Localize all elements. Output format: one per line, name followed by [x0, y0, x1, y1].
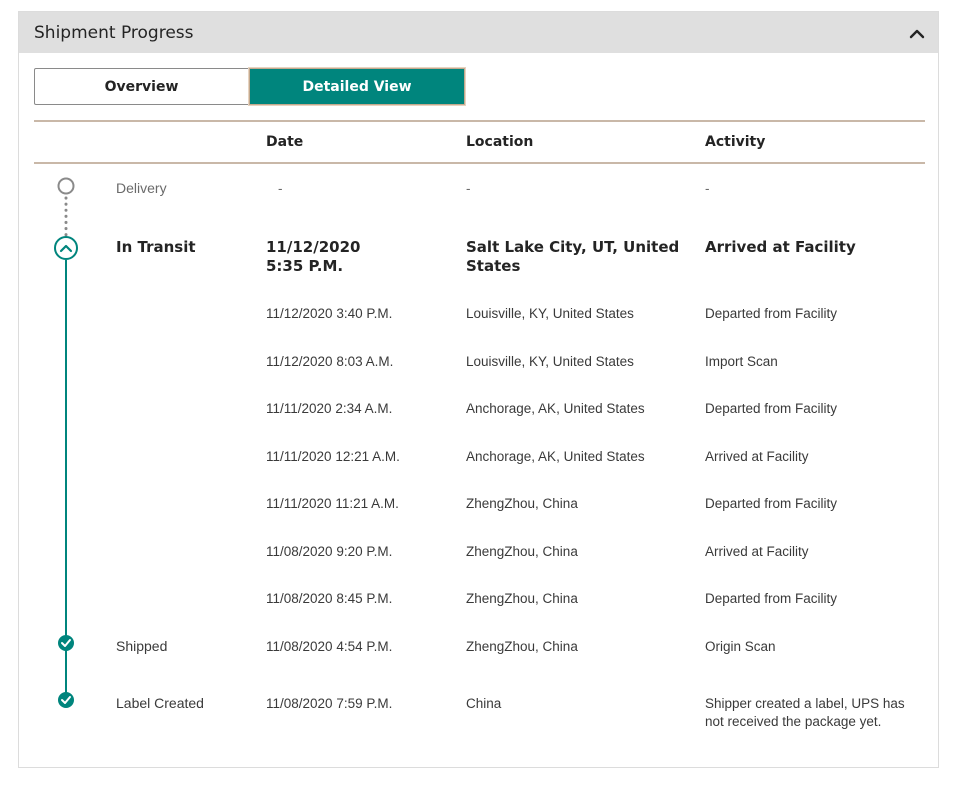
- label-created-activity-line2: not received the package yet.: [705, 714, 882, 729]
- shipped-activity: Origin Scan: [705, 639, 776, 654]
- panel-header[interactable]: Shipment Progress: [19, 12, 938, 53]
- label-created-activity-line1: Shipper created a label, UPS has: [705, 696, 905, 711]
- event-location: Louisville, KY, United States: [466, 306, 634, 321]
- label-created-date: 11/08/2020 7:59 P.M.: [266, 696, 393, 711]
- event-location: ZhengZhou, China: [466, 496, 578, 511]
- table-header-rule: [34, 162, 925, 164]
- column-header-activity: Activity: [705, 134, 766, 150]
- event-date: 11/08/2020 9:20 P.M.: [266, 544, 393, 559]
- status-in-transit: In Transit: [116, 238, 196, 256]
- event-activity: Import Scan: [705, 354, 778, 369]
- in-transit-location-line1: Salt Lake City, UT, United: [466, 238, 680, 256]
- event-location: ZhengZhou, China: [466, 544, 578, 559]
- in-transit-date-line2: 5:35 P.M.: [266, 257, 344, 275]
- shipped-location: ZhengZhou, China: [466, 639, 578, 654]
- event-activity: Departed from Facility: [705, 591, 838, 606]
- event-location: Louisville, KY, United States: [466, 354, 634, 369]
- event-activity: Arrived at Facility: [705, 544, 809, 559]
- delivery-date: -: [278, 181, 283, 196]
- table-top-rule: [34, 120, 925, 122]
- column-header-location: Location: [466, 134, 534, 150]
- event-date: 11/08/2020 8:45 P.M.: [266, 591, 393, 606]
- in-transit-date-line1: 11/12/2020: [266, 238, 361, 256]
- pending-circle-icon: [57, 177, 75, 195]
- event-location: ZhengZhou, China: [466, 591, 578, 606]
- tab-detailed-view[interactable]: Detailed View: [249, 68, 465, 105]
- status-label-created: Label Created: [116, 695, 204, 711]
- event-location: Anchorage, AK, United States: [466, 401, 645, 416]
- event-date: 11/12/2020 3:40 P.M.: [266, 306, 393, 321]
- in-transit-location-line2: States: [466, 257, 521, 275]
- event-location: Anchorage, AK, United States: [466, 449, 645, 464]
- column-header-date: Date: [266, 134, 304, 150]
- label-created-location: China: [466, 696, 502, 711]
- event-activity: Departed from Facility: [705, 496, 838, 511]
- event-date: 11/11/2020 2:34 A.M.: [266, 401, 393, 416]
- delivery-location: -: [466, 181, 471, 196]
- in-transit-chevron-icon: [54, 236, 78, 260]
- label-created-activity: Shipper created a label, UPS has not rec…: [705, 695, 905, 731]
- event-activity: Departed from Facility: [705, 401, 838, 416]
- shipped-date: 11/08/2020 4:54 P.M.: [266, 639, 393, 654]
- in-transit-location: Salt Lake City, UT, United States: [466, 238, 679, 276]
- panel-title: Shipment Progress: [34, 23, 194, 43]
- shipment-progress-panel: Shipment Progress Overview Detailed View…: [18, 11, 939, 768]
- in-transit-date: 11/12/2020 5:35 P.M.: [266, 238, 360, 276]
- event-activity: Arrived at Facility: [705, 449, 809, 464]
- chevron-up-icon[interactable]: [906, 22, 928, 44]
- tab-overview[interactable]: Overview: [34, 68, 249, 105]
- status-delivery: Delivery: [116, 180, 167, 196]
- shipped-check-icon: [58, 635, 74, 651]
- status-shipped: Shipped: [116, 638, 168, 654]
- label-created-check-icon: [58, 692, 74, 708]
- in-transit-activity: Arrived at Facility: [705, 238, 856, 256]
- event-activity: Departed from Facility: [705, 306, 838, 321]
- event-date: 11/12/2020 8:03 A.M.: [266, 354, 394, 369]
- event-date: 11/11/2020 12:21 A.M.: [266, 449, 400, 464]
- delivery-activity: -: [705, 181, 710, 196]
- event-date: 11/11/2020 11:21 A.M.: [266, 496, 399, 511]
